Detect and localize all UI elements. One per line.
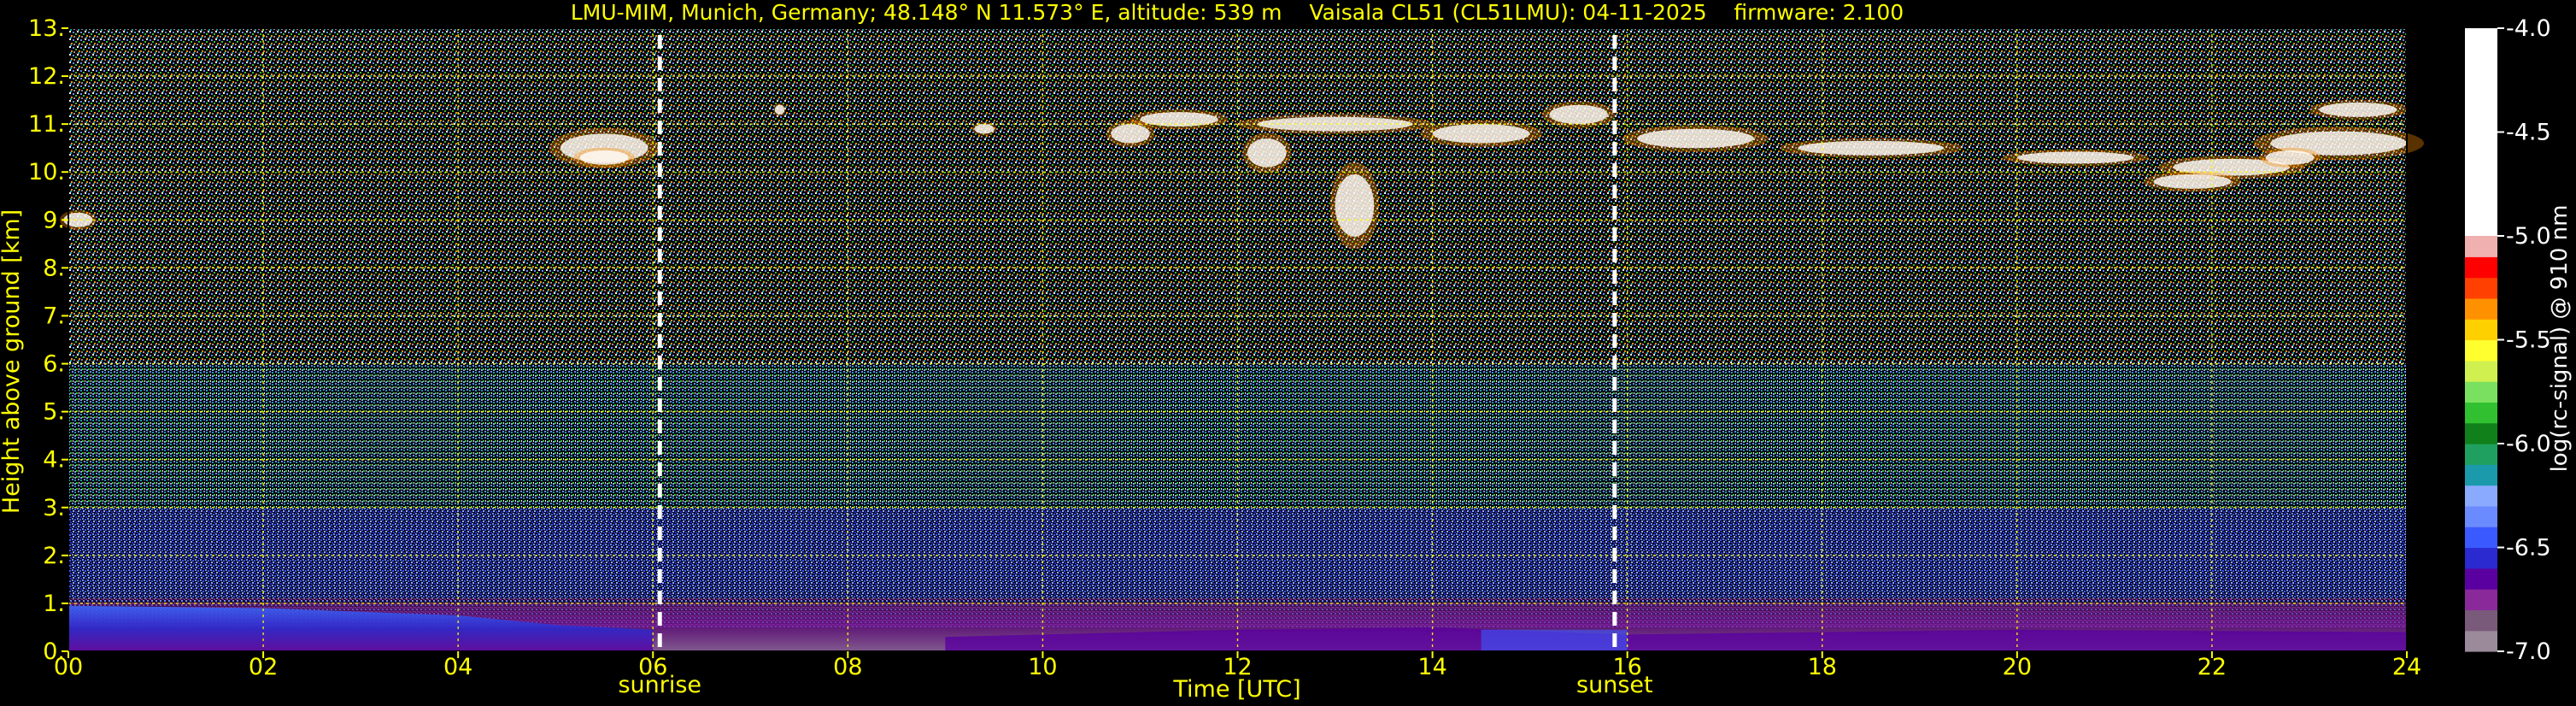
y-tick-label: 8. xyxy=(43,255,65,281)
y-tick-label: 1. xyxy=(43,591,65,617)
colorbar-step xyxy=(2465,485,2497,507)
cloud-return xyxy=(2153,174,2232,189)
colorbar-step xyxy=(2465,28,2497,236)
colorbar-step xyxy=(2465,360,2497,382)
colorbar-step xyxy=(2465,339,2497,362)
cloud-return xyxy=(1798,140,1945,156)
colorbar-step xyxy=(2465,277,2497,299)
x-tick-label: 10 xyxy=(1028,654,1057,680)
x-axis-label: Time [UTC] xyxy=(1172,676,1300,703)
cloud-return xyxy=(1247,138,1287,168)
colorbar-step xyxy=(2465,505,2497,527)
colorbar-label: log(rc-signal) @ 910 nm xyxy=(2547,205,2573,473)
chart-svg: sunrise sunset 00 02 04 06 08 10 12 14 16 18 20 22 24… xyxy=(0,0,2573,703)
x-tick-label: 14 xyxy=(1417,654,1446,680)
colorbar-step xyxy=(2465,381,2497,403)
y-tick-label: 12. xyxy=(28,63,65,90)
colorbar-step xyxy=(2465,589,2497,610)
y-tick-label: 4. xyxy=(43,447,65,474)
colorbar-step xyxy=(2465,402,2497,424)
x-tick-label: 22 xyxy=(2198,654,2227,680)
x-tick-label: 08 xyxy=(833,654,862,680)
colorbar-tick-label: -6.0 xyxy=(2506,431,2551,457)
colorbar-step xyxy=(2465,256,2497,279)
colorbar: -7.0 -6.5 -6.0 -5.5 -5.0 -4.5 -4.0 xyxy=(2465,15,2551,665)
colorbar-tick-label: -4.5 xyxy=(2506,120,2551,146)
colorbar-step xyxy=(2465,422,2497,444)
colorbar-step xyxy=(2465,609,2497,632)
y-tick-label: 9. xyxy=(43,207,65,233)
x-tick-label: 20 xyxy=(2003,654,2032,680)
colorbar-step xyxy=(2465,630,2497,652)
cloud-return xyxy=(1549,104,1608,125)
ceilometer-chart: sunrise sunset 00 02 04 06 08 10 12 14 16 18 20 22 24… xyxy=(0,0,2576,706)
x-tick-label: 24 xyxy=(2392,654,2421,680)
colorbar-step xyxy=(2465,236,2497,257)
x-tick-label: 16 xyxy=(1612,654,1641,680)
aerosol-layer-afternoon xyxy=(1481,629,1628,651)
colorbar-tick-label: -4.0 xyxy=(2506,15,2551,42)
x-tick-label: 18 xyxy=(1808,654,1837,680)
y-tick-label: 2. xyxy=(43,543,65,569)
colorbar-tick-label: -5.0 xyxy=(2506,223,2551,250)
colorbar-step xyxy=(2465,547,2497,569)
x-tick-label: 02 xyxy=(249,654,278,680)
colorbar-step xyxy=(2465,527,2497,549)
y-tick-label: 6. xyxy=(43,351,65,378)
chart-title: LMU-MIM, Munich, Germany; 48.148° N 11.5… xyxy=(571,0,1904,25)
y-tick-label: 0. xyxy=(43,638,65,665)
y-tick-label: 11. xyxy=(28,111,65,138)
colorbar-step xyxy=(2465,444,2497,465)
cloud-return xyxy=(1432,124,1530,144)
colorbar-tick-label: -7.0 xyxy=(2506,638,2551,665)
y-axis-label: Height above ground [km] xyxy=(0,209,25,514)
colorbar-tick-label: -6.5 xyxy=(2506,535,2551,562)
cloud-return xyxy=(2016,151,2134,164)
x-tick-label: 06 xyxy=(638,654,667,680)
colorbar-step xyxy=(2465,297,2497,320)
y-tick-label: 7. xyxy=(43,303,65,329)
colorbar-step xyxy=(2465,464,2497,486)
cloud-return xyxy=(774,104,785,115)
cloud-return xyxy=(1637,128,1754,149)
y-tick-label: 13. xyxy=(28,15,65,42)
cloud-return xyxy=(974,124,995,134)
cloud-return xyxy=(1111,124,1150,144)
cloud-return xyxy=(2319,102,2397,117)
colorbar-step xyxy=(2465,568,2497,590)
y-tick-label: 3. xyxy=(43,495,65,521)
y-tick-label: 5. xyxy=(43,399,65,426)
y-tick-label: 10. xyxy=(28,159,65,185)
cloud-return xyxy=(1257,116,1413,132)
cloud-return xyxy=(579,150,629,165)
cloud-return xyxy=(1335,174,1375,237)
x-tick-label: 04 xyxy=(443,654,472,680)
colorbar-step xyxy=(2465,319,2497,341)
cloud-return xyxy=(2265,150,2315,165)
colorbar-tick-label: -5.5 xyxy=(2506,327,2551,354)
